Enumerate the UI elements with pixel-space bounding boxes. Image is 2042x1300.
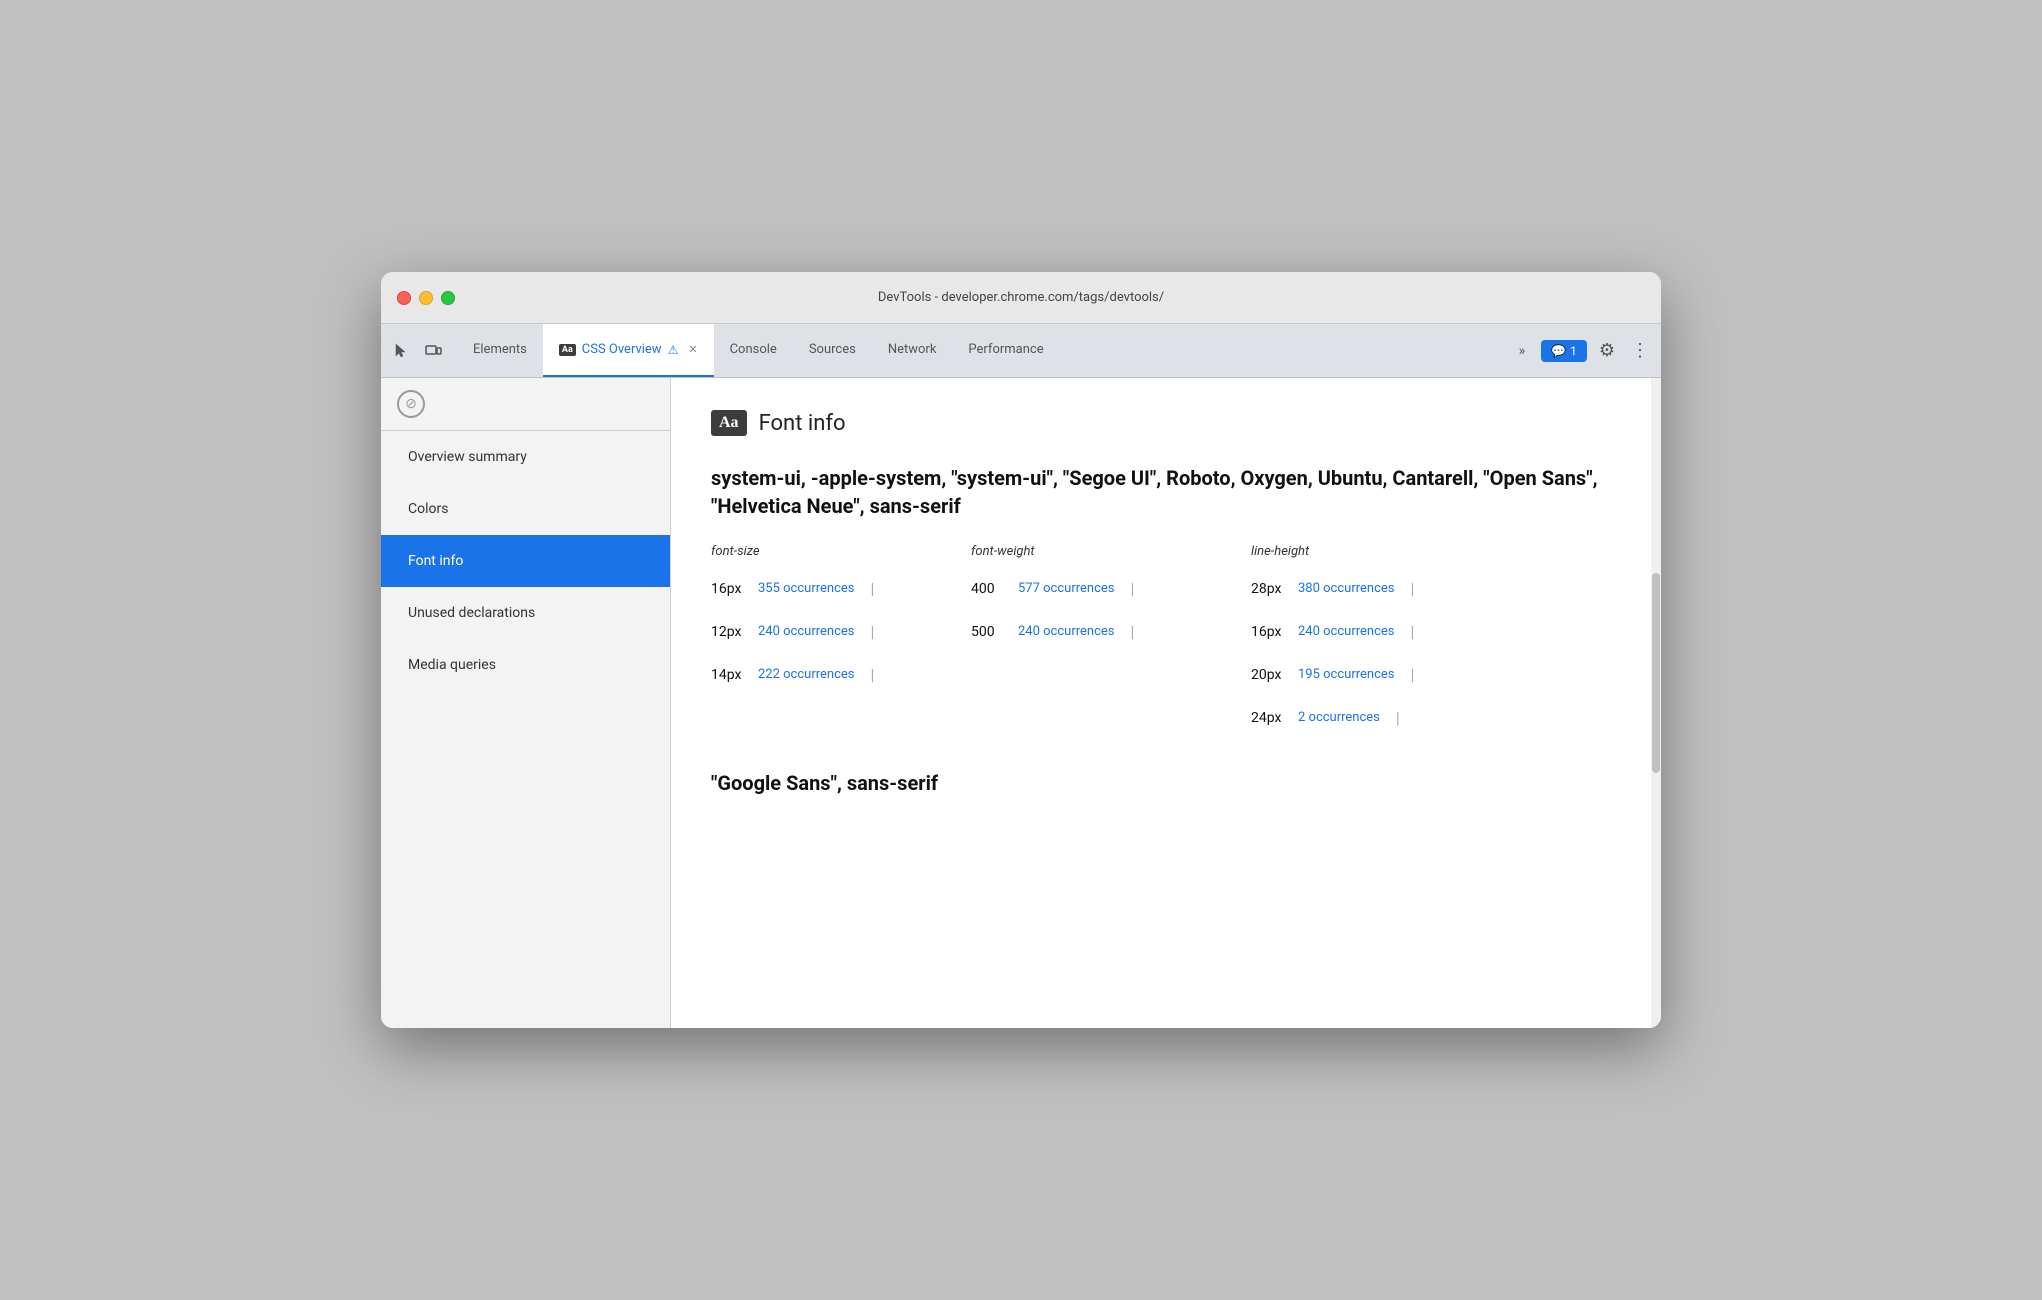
font-row-1: 16px 355 occurrences | 400 577 occurrenc… bbox=[711, 567, 1621, 610]
col-header-font-size: font-size bbox=[711, 544, 971, 559]
font-row-4: 24px 2 occurrences | bbox=[711, 696, 1621, 739]
close-button[interactable] bbox=[397, 291, 411, 305]
separator-1a: | bbox=[871, 579, 875, 598]
tab-elements[interactable]: Elements bbox=[457, 324, 543, 377]
aa-tab-icon: Aa bbox=[559, 344, 576, 356]
font-size-val-2: 12px bbox=[711, 624, 746, 640]
col-header-font-weight: font-weight bbox=[971, 544, 1251, 559]
font-weight-cell-4 bbox=[971, 708, 1251, 727]
content-panel: Aa Font info system-ui, -apple-system, "… bbox=[671, 378, 1661, 1028]
section-title: Font info bbox=[759, 411, 846, 436]
line-height-cell-2: 16px 240 occurrences | bbox=[1251, 622, 1531, 641]
separator-4c: | bbox=[1396, 708, 1400, 727]
tab-close-button[interactable]: ✕ bbox=[688, 343, 697, 356]
more-tabs-button[interactable]: » bbox=[1511, 339, 1534, 363]
col-header-line-height: line-height bbox=[1251, 544, 1531, 559]
font-size-cell-4 bbox=[711, 708, 971, 727]
tab-performance[interactable]: Performance bbox=[952, 324, 1059, 377]
font-size-cell-1: 16px 355 occurrences | bbox=[711, 579, 971, 598]
line-height-occurrences-1[interactable]: 380 occurrences bbox=[1298, 581, 1395, 596]
separator-1b: | bbox=[1131, 579, 1135, 598]
font-size-val-1: 16px bbox=[711, 581, 746, 597]
sidebar-item-font-info[interactable]: Font info bbox=[381, 535, 670, 587]
tab-css-overview[interactable]: Aa CSS Overview ⚠ ✕ bbox=[543, 324, 714, 377]
title-bar: DevTools - developer.chrome.com/tags/dev… bbox=[381, 272, 1661, 324]
font-size-occurrences-3[interactable]: 222 occurrences bbox=[758, 667, 855, 682]
separator-2a: | bbox=[871, 622, 875, 641]
feedback-badge[interactable]: 💬 1 bbox=[1541, 340, 1587, 362]
sidebar-item-colors[interactable]: Colors bbox=[381, 483, 670, 535]
section-header: Aa Font info bbox=[711, 410, 1621, 436]
window-title: DevTools - developer.chrome.com/tags/dev… bbox=[878, 290, 1164, 305]
line-height-occurrences-4[interactable]: 2 occurrences bbox=[1298, 710, 1380, 725]
sidebar: ⊘ Overview summary Colors Font info Unus… bbox=[381, 378, 671, 1028]
line-height-val-3: 20px bbox=[1251, 667, 1286, 683]
minimize-button[interactable] bbox=[419, 291, 433, 305]
font-size-val-3: 14px bbox=[711, 667, 746, 683]
scrollbar-track[interactable] bbox=[1651, 378, 1661, 1028]
more-options-icon[interactable]: ⋮ bbox=[1627, 336, 1653, 365]
content-wrapper: Aa Font info system-ui, -apple-system, "… bbox=[711, 410, 1621, 795]
separator-3a: | bbox=[871, 665, 875, 684]
font-family-name-1: system-ui, -apple-system, "system-ui", "… bbox=[711, 464, 1621, 520]
line-height-cell-4: 24px 2 occurrences | bbox=[1251, 708, 1531, 727]
line-height-val-1: 28px bbox=[1251, 581, 1286, 597]
font-weight-cell-1: 400 577 occurrences | bbox=[971, 579, 1251, 598]
sidebar-item-overview-summary[interactable]: Overview summary bbox=[381, 431, 670, 483]
font-weight-cell-2: 500 240 occurrences | bbox=[971, 622, 1251, 641]
tab-bar-right-controls: » 💬 1 ⚙ ⋮ bbox=[1503, 324, 1653, 377]
maximize-button[interactable] bbox=[441, 291, 455, 305]
font-weight-occurrences-2[interactable]: 240 occurrences bbox=[1018, 624, 1115, 639]
tab-bar: Elements Aa CSS Overview ⚠ ✕ Console Sou… bbox=[381, 324, 1661, 378]
tabs-container: Elements Aa CSS Overview ⚠ ✕ Console Sou… bbox=[457, 324, 1503, 377]
font-table-header: font-size font-weight line-height bbox=[711, 544, 1621, 559]
font-row-3: 14px 222 occurrences | 20px 195 occurren… bbox=[711, 653, 1621, 696]
font-size-cell-3: 14px 222 occurrences | bbox=[711, 665, 971, 684]
font-table: font-size font-weight line-height 16px 3… bbox=[711, 544, 1621, 739]
sidebar-nav: Overview summary Colors Font info Unused… bbox=[381, 431, 670, 691]
sidebar-top: ⊘ bbox=[381, 378, 670, 431]
line-height-occurrences-2[interactable]: 240 occurrences bbox=[1298, 624, 1395, 639]
line-height-cell-1: 28px 380 occurrences | bbox=[1251, 579, 1531, 598]
font-size-occurrences-1[interactable]: 355 occurrences bbox=[758, 581, 855, 596]
font-weight-val-2: 500 bbox=[971, 624, 1006, 640]
font-row-2: 12px 240 occurrences | 500 240 occurrenc… bbox=[711, 610, 1621, 653]
traffic-lights bbox=[397, 291, 455, 305]
separator-2b: | bbox=[1131, 622, 1135, 641]
line-height-val-4: 24px bbox=[1251, 710, 1286, 726]
warning-icon: ⚠ bbox=[668, 343, 679, 357]
settings-icon[interactable]: ⚙ bbox=[1595, 336, 1619, 365]
main-area: ⊘ Overview summary Colors Font info Unus… bbox=[381, 378, 1661, 1028]
device-toggle-icon[interactable] bbox=[421, 339, 445, 363]
feedback-icon: 💬 bbox=[1551, 344, 1566, 358]
scrollbar-thumb[interactable] bbox=[1652, 573, 1660, 773]
cursor-icon[interactable] bbox=[389, 339, 413, 363]
font-table-rows: 16px 355 occurrences | 400 577 occurrenc… bbox=[711, 567, 1621, 739]
font-weight-cell-3 bbox=[971, 665, 1251, 684]
separator-2c: | bbox=[1411, 622, 1415, 641]
devtools-window: DevTools - developer.chrome.com/tags/dev… bbox=[381, 272, 1661, 1028]
font-size-occurrences-2[interactable]: 240 occurrences bbox=[758, 624, 855, 639]
block-icon: ⊘ bbox=[397, 390, 425, 418]
sidebar-item-unused-declarations[interactable]: Unused declarations bbox=[381, 587, 670, 639]
line-height-cell-3: 20px 195 occurrences | bbox=[1251, 665, 1531, 684]
tab-network[interactable]: Network bbox=[872, 324, 953, 377]
separator-3c: | bbox=[1411, 665, 1415, 684]
font-weight-occurrences-1[interactable]: 577 occurrences bbox=[1018, 581, 1115, 596]
tab-bar-left-controls bbox=[389, 324, 457, 377]
line-height-val-2: 16px bbox=[1251, 624, 1286, 640]
separator-1c: | bbox=[1411, 579, 1415, 598]
font-family-name-2: "Google Sans", sans-serif bbox=[711, 771, 1621, 795]
font-size-cell-2: 12px 240 occurrences | bbox=[711, 622, 971, 641]
line-height-occurrences-3[interactable]: 195 occurrences bbox=[1298, 667, 1395, 682]
font-info-aa-icon: Aa bbox=[711, 410, 747, 436]
tab-sources[interactable]: Sources bbox=[793, 324, 872, 377]
font-weight-val-1: 400 bbox=[971, 581, 1006, 597]
tab-console[interactable]: Console bbox=[714, 324, 793, 377]
sidebar-item-media-queries[interactable]: Media queries bbox=[381, 639, 670, 691]
